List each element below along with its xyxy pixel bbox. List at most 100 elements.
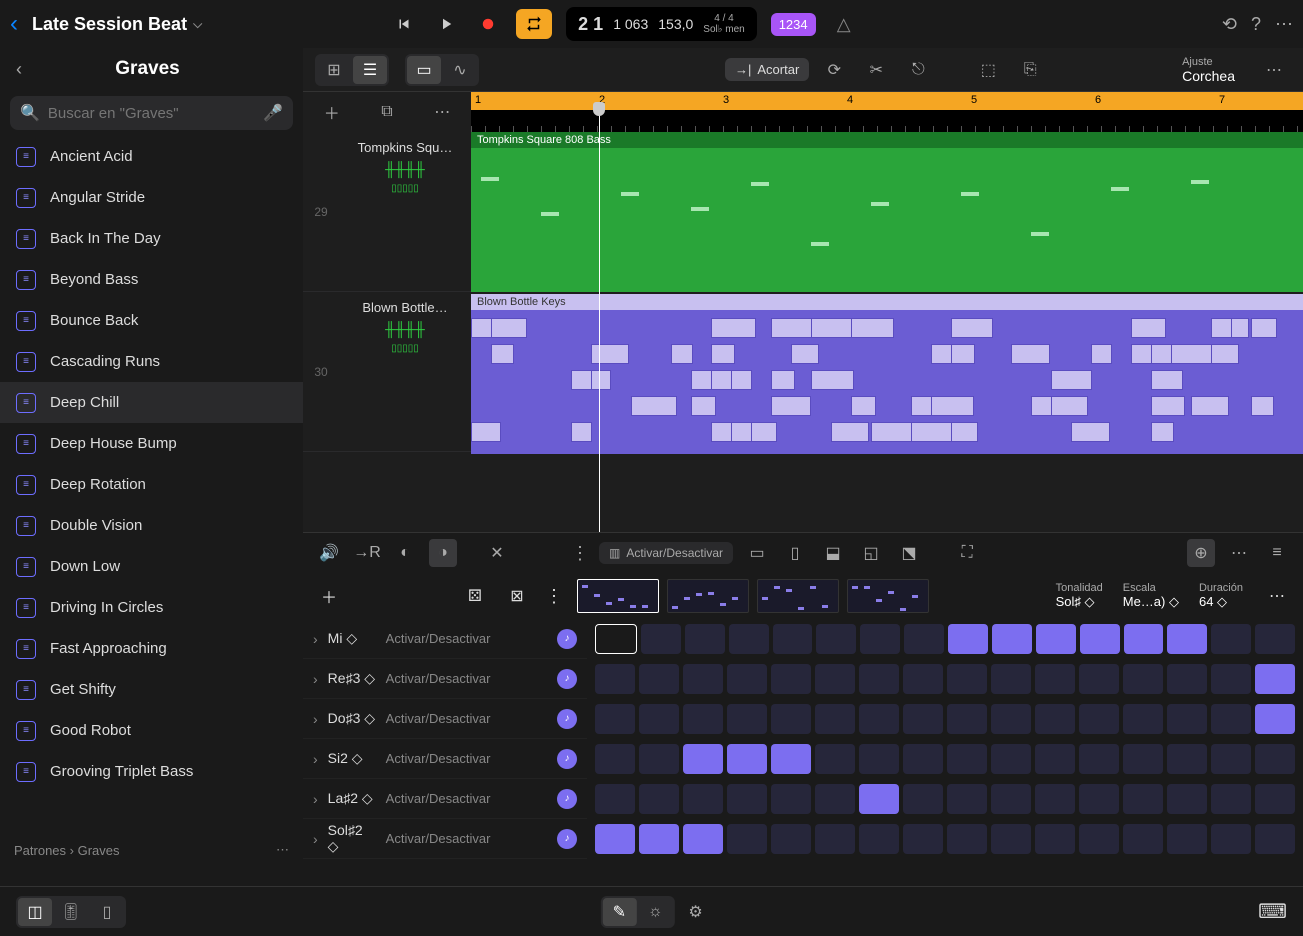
step-cell[interactable]	[947, 784, 987, 814]
step-row-header[interactable]: ›Si2 ◇Activar/Desactivar♪	[303, 739, 587, 779]
note-dot-icon[interactable]: ♪	[557, 709, 577, 729]
pattern-thumb[interactable]	[667, 579, 749, 613]
add-track-button[interactable]: ＋	[324, 100, 340, 124]
step-cell[interactable]	[1035, 704, 1075, 734]
view2-icon[interactable]: ▯	[781, 539, 809, 567]
search-field[interactable]: 🔍 🎤	[10, 96, 293, 130]
step-cell[interactable]	[595, 744, 635, 774]
step-cell[interactable]	[947, 744, 987, 774]
help-button[interactable]: ?	[1251, 14, 1261, 35]
mixer-button[interactable]: 🎚	[54, 898, 88, 926]
step-row-header[interactable]: ›La♯2 ◇Activar/Desactivar♪	[303, 779, 587, 819]
step-cell[interactable]	[1211, 824, 1251, 854]
step-cell[interactable]	[771, 664, 811, 694]
step-cell[interactable]	[727, 664, 767, 694]
step-cell[interactable]	[595, 824, 635, 854]
step-cell[interactable]	[1035, 824, 1075, 854]
step-cell[interactable]	[683, 664, 723, 694]
snap-setting[interactable]: Ajuste Corchea	[1182, 56, 1235, 84]
step-cell[interactable]	[639, 824, 679, 854]
step-cell[interactable]	[991, 784, 1031, 814]
sidebar-item[interactable]: ≡Beyond Bass	[0, 259, 303, 300]
onoff-toggle[interactable]: ▥ Activar/Desactivar	[599, 542, 733, 564]
step-row-header[interactable]: ›Sol♯2 ◇Activar/Desactivar♪	[303, 819, 587, 859]
step-cell[interactable]	[1211, 704, 1251, 734]
chevron-right-icon[interactable]: ›	[313, 831, 318, 847]
sidebar-list[interactable]: ≡Ancient Acid≡Angular Stride≡Back In The…	[0, 136, 303, 832]
step-cell[interactable]	[1255, 744, 1295, 774]
step-cell[interactable]	[1211, 784, 1251, 814]
step-row-header[interactable]: ›Mi ◇Activar/Desactivar♪	[303, 619, 587, 659]
add-pattern-button[interactable]: ＋	[315, 582, 343, 610]
sidebar-item[interactable]: ≡Deep Chill	[0, 382, 303, 423]
back-button[interactable]: ‹	[10, 10, 18, 38]
sidebar-item[interactable]: ≡Deep Rotation	[0, 464, 303, 505]
record-button[interactable]	[474, 10, 502, 38]
track-header[interactable]: 29Tompkins Squ…╫╫╫╫▯▯▯▯▯	[303, 132, 471, 292]
undo-button[interactable]: ⟲	[1222, 14, 1237, 35]
sidebar-item[interactable]: ≡Bounce Back	[0, 300, 303, 341]
step-cell[interactable]	[1167, 784, 1207, 814]
step-cell[interactable]	[729, 624, 769, 654]
sidebar-item[interactable]: ≡Deep House Bump	[0, 423, 303, 464]
chevron-right-icon[interactable]: ›	[313, 631, 318, 647]
quantize-icon[interactable]: ✕	[483, 539, 511, 567]
note-dot-icon[interactable]: ♪	[557, 789, 577, 809]
step-cell[interactable]	[683, 784, 723, 814]
pattern-thumb[interactable]	[847, 579, 929, 613]
region-view-button[interactable]: ▭	[407, 56, 441, 84]
step-cell[interactable]	[903, 824, 943, 854]
step-cell[interactable]	[991, 664, 1031, 694]
sidebar-item[interactable]: ≡Angular Stride	[0, 177, 303, 218]
step-cell[interactable]	[1255, 784, 1295, 814]
step-cell[interactable]	[816, 624, 856, 654]
sidebar-item[interactable]: ≡Down Low	[0, 546, 303, 587]
step-cell[interactable]	[1123, 784, 1163, 814]
view5-icon[interactable]: ⬔	[895, 539, 923, 567]
chevron-right-icon[interactable]: ›	[313, 671, 318, 687]
step-cell[interactable]	[773, 624, 813, 654]
sidebar-item[interactable]: ≡Ancient Acid	[0, 136, 303, 177]
sidebar-item[interactable]: ≡Driving In Circles	[0, 587, 303, 628]
view1-icon[interactable]: ▭	[743, 539, 771, 567]
step-cell[interactable]	[727, 704, 767, 734]
step-cell[interactable]	[815, 704, 855, 734]
step-cell[interactable]	[1080, 624, 1120, 654]
track-header[interactable]: 30Blown Bottle…╫╫╫╫▯▯▯▯▯	[303, 292, 471, 452]
step-cell[interactable]	[683, 704, 723, 734]
step-cell[interactable]	[860, 624, 900, 654]
step-cell[interactable]	[1255, 624, 1295, 654]
step-cell[interactable]	[1255, 824, 1295, 854]
tonalidad-param[interactable]: Tonalidad Sol♯ ◇	[1056, 582, 1103, 610]
step-cell[interactable]	[1079, 664, 1119, 694]
search-input[interactable]	[48, 105, 255, 122]
step-cell[interactable]	[1123, 824, 1163, 854]
breadcrumb-more-icon[interactable]: ⋯	[276, 842, 289, 858]
fullscreen-icon[interactable]: ⛶	[953, 539, 981, 567]
step-cell[interactable]	[685, 624, 725, 654]
step-cell[interactable]	[1035, 664, 1075, 694]
track-more-button[interactable]: ⋯	[434, 102, 450, 122]
step-cell[interactable]	[771, 744, 811, 774]
scissors-button[interactable]: ✂	[859, 56, 893, 84]
step-cell[interactable]	[595, 784, 635, 814]
play-button[interactable]	[432, 10, 460, 38]
pattern-thumb[interactable]	[577, 579, 659, 613]
browser-button[interactable]: ◫	[18, 898, 52, 926]
step-cell[interactable]	[1211, 744, 1251, 774]
mic-icon[interactable]: 🎤	[263, 103, 283, 123]
sidebar-item[interactable]: ≡Cascading Runs	[0, 341, 303, 382]
step-cell[interactable]	[903, 664, 943, 694]
step-cell[interactable]	[595, 664, 635, 694]
view-list-button[interactable]: ☰	[353, 56, 387, 84]
step-cell[interactable]	[947, 664, 987, 694]
step-grid[interactable]	[587, 619, 1303, 868]
region-keys[interactable]: Blown Bottle Keys	[471, 294, 1303, 454]
playhead[interactable]	[599, 110, 600, 532]
sidebar-item[interactable]: ≡Grooving Triplet Bass	[0, 751, 303, 792]
step-cell[interactable]	[1035, 784, 1075, 814]
step-cell[interactable]	[727, 784, 767, 814]
center-icon[interactable]: ⊕	[1187, 539, 1215, 567]
step-cell[interactable]	[859, 664, 899, 694]
drag-handle-icon[interactable]: ≡	[1263, 539, 1291, 567]
